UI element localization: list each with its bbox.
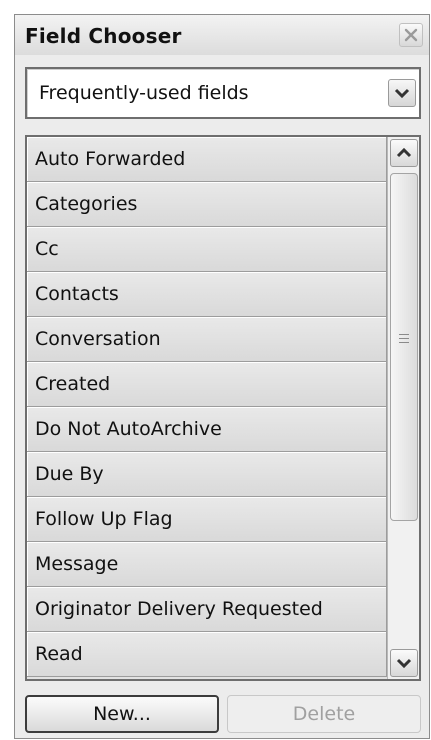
field-category-dropdown[interactable]: Frequently-used fields	[25, 67, 421, 119]
chevron-down-icon	[396, 658, 412, 669]
field-list-box: Auto Forwarded Categories Cc Contacts Conver…	[25, 135, 421, 681]
grip-icon	[399, 334, 409, 346]
field-list-item[interactable]: Created	[27, 362, 387, 407]
field-list-item[interactable]: Originator Delivery Requested	[27, 587, 387, 632]
new-field-button[interactable]: New...	[25, 695, 219, 733]
chevron-up-icon	[396, 147, 412, 158]
field-list-item[interactable]: Auto Forwarded	[27, 137, 387, 182]
field-list-item[interactable]: Categories	[27, 182, 387, 227]
scroll-thumb[interactable]	[390, 173, 418, 521]
scroll-down-button[interactable]	[390, 649, 418, 677]
window-title: Field Chooser	[25, 24, 182, 48]
field-list-item[interactable]: Contacts	[27, 272, 387, 317]
vertical-scrollbar[interactable]	[387, 137, 419, 679]
field-list-item[interactable]: Conversation	[27, 317, 387, 362]
dropdown-toggle-button[interactable]	[388, 79, 416, 107]
field-list: Auto Forwarded Categories Cc Contacts Conver…	[27, 137, 387, 679]
field-list-item[interactable]: Cc	[27, 227, 387, 272]
dropdown-selected-value: Frequently-used fields	[39, 82, 249, 104]
field-list-item[interactable]: Do Not AutoArchive	[27, 407, 387, 452]
close-button[interactable]	[399, 23, 423, 47]
delete-field-button[interactable]: Delete	[227, 695, 421, 733]
close-icon	[404, 28, 418, 42]
field-list-item[interactable]: Message	[27, 542, 387, 587]
field-list-item[interactable]: Due By	[27, 452, 387, 497]
scroll-up-button[interactable]	[390, 139, 418, 167]
field-list-item[interactable]: Follow Up Flag	[27, 497, 387, 542]
field-chooser-window: Field Chooser Frequently-used fields Aut…	[14, 14, 430, 739]
field-list-item[interactable]: Read	[27, 632, 387, 677]
chevron-down-icon	[394, 88, 410, 99]
title-bar: Field Chooser	[15, 15, 429, 55]
